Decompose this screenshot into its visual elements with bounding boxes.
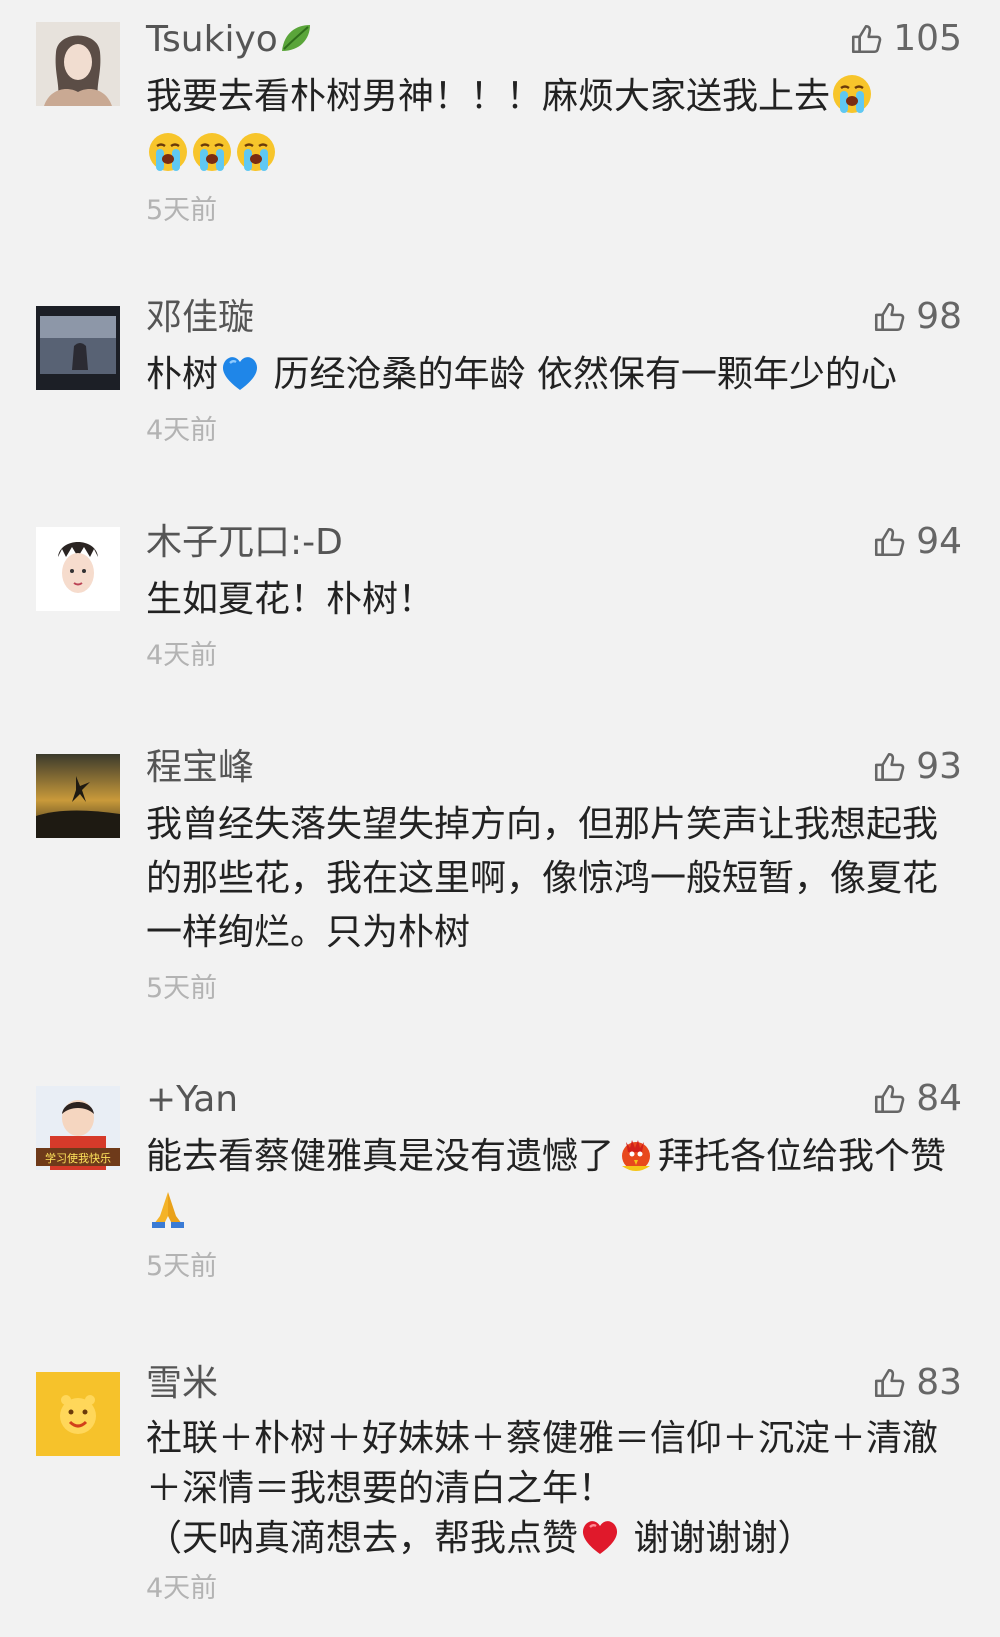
comment-text: 我要去看朴树男神！！！麻烦大家送我上去 xyxy=(146,70,962,182)
timestamp: 5天前 xyxy=(146,973,218,1004)
crying-face-emoji-icon xyxy=(190,130,234,174)
comment-text-part: 拜托各位给我个赞 xyxy=(658,1136,947,1177)
timestamp: 5天前 xyxy=(146,195,218,226)
thumbs-up-icon xyxy=(849,22,883,56)
like-count: 105 xyxy=(893,18,962,59)
avatar[interactable] xyxy=(36,306,120,390)
timestamp: 4天前 xyxy=(146,640,218,671)
like-button[interactable]: 84 xyxy=(872,1078,962,1119)
crying-face-emoji-icon xyxy=(830,72,874,116)
like-count: 83 xyxy=(916,1362,962,1403)
username[interactable]: +Yan xyxy=(146,1078,962,1122)
like-button[interactable]: 105 xyxy=(849,18,962,59)
comment-body: 雪米 社联＋朴树＋好妹妹＋蔡健雅＝信仰＋沉淀＋清澈＋深情＝我想要的清白之年！ （… xyxy=(146,1362,962,1605)
avatar[interactable] xyxy=(36,754,120,838)
comment-text-part: （天呐真滴想去，帮我点赞 xyxy=(146,1518,579,1559)
username-text[interactable]: Tsukiyo xyxy=(146,19,278,60)
like-button[interactable]: 98 xyxy=(872,296,962,337)
like-button[interactable]: 93 xyxy=(872,746,962,787)
avatar[interactable] xyxy=(36,1372,120,1456)
thumbs-up-icon xyxy=(872,300,906,334)
avatar[interactable]: 学习使我快乐 xyxy=(36,1086,120,1170)
like-count: 84 xyxy=(916,1078,962,1119)
avatar[interactable] xyxy=(36,22,120,106)
comment-text: 能去看蔡健雅真是没有遗憾了 拜托各位给我个赞 xyxy=(146,1130,962,1238)
leaf-emoji-icon xyxy=(278,21,314,57)
praying-hands-emoji-icon xyxy=(146,1186,190,1230)
red-heart-emoji-icon xyxy=(578,1514,622,1558)
like-count: 93 xyxy=(916,746,962,787)
comment-text-part: 谢谢谢谢） xyxy=(622,1518,814,1559)
blue-heart-emoji-icon xyxy=(218,350,262,394)
avatar[interactable] xyxy=(36,527,120,611)
comment-text-part: 我要去看朴树男神！！！麻烦大家送我上去 xyxy=(146,76,831,117)
comment-text: 朴树 历经沧桑的年龄 依然保有一颗年少的心 xyxy=(146,348,962,402)
comment-item: 木子兀口:-D 生如夏花！朴树！ 4天前 94 xyxy=(0,515,1000,725)
like-count: 98 xyxy=(916,296,962,337)
comment-text: 生如夏花！朴树！ xyxy=(146,579,435,620)
username[interactable]: 木子兀口:-D xyxy=(146,521,962,565)
comment-item: 邓佳璇 朴树 历经沧桑的年龄 依然保有一颗年少的心 4天前 98 xyxy=(0,290,1000,510)
username[interactable]: Tsukiyo xyxy=(146,18,962,62)
rooster-emoji-icon xyxy=(614,1132,658,1176)
comment-text: 社联＋朴树＋好妹妹＋蔡健雅＝信仰＋沉淀＋清澈＋深情＝我想要的清白之年！ （天呐真… xyxy=(146,1414,962,1564)
comment-item: 雪米 社联＋朴树＋好妹妹＋蔡健雅＝信仰＋沉淀＋清澈＋深情＝我想要的清白之年！ （… xyxy=(0,1358,1000,1637)
comment-body: 木子兀口:-D 生如夏花！朴树！ 4天前 xyxy=(146,521,962,672)
like-button[interactable]: 83 xyxy=(872,1362,962,1403)
comment-text-part: 能去看蔡健雅真是没有遗憾了 xyxy=(146,1136,615,1177)
like-button[interactable]: 94 xyxy=(872,521,962,562)
comment-content: 我要去看朴树男神！！！麻烦大家送我上去 5天前 xyxy=(146,70,962,227)
thumbs-up-icon xyxy=(872,1082,906,1116)
comment-text-part: 朴树 xyxy=(146,354,219,395)
crying-face-emoji-icon xyxy=(146,130,190,174)
thumbs-up-icon xyxy=(872,1366,906,1400)
comment-body: 邓佳璇 朴树 历经沧桑的年龄 依然保有一颗年少的心 4天前 xyxy=(146,296,962,447)
comment-text-part: 社联＋朴树＋好妹妹＋蔡健雅＝信仰＋沉淀＋清澈＋深情＝我想要的清白之年！ xyxy=(146,1418,939,1509)
like-count: 94 xyxy=(916,521,962,562)
comment-item: 程宝峰 我曾经失落失望失掉方向，但那片笑声让我想起我的那些花，我在这里啊，像惊鸿… xyxy=(0,740,1000,1030)
comment-body: Tsukiyo xyxy=(146,18,962,62)
thumbs-up-icon xyxy=(872,750,906,784)
thumbs-up-icon xyxy=(872,525,906,559)
username[interactable]: 邓佳璇 xyxy=(146,296,962,340)
comment-body: 程宝峰 我曾经失落失望失掉方向，但那片笑声让我想起我的那些花，我在这里啊，像惊鸿… xyxy=(146,746,962,1005)
crying-face-emoji-icon xyxy=(234,130,278,174)
comment-text-part: 历经沧桑的年龄 依然保有一颗年少的心 xyxy=(262,354,897,395)
avatar-caption: 学习使我快乐 xyxy=(45,1151,111,1165)
timestamp: 4天前 xyxy=(146,1573,218,1604)
username[interactable]: 程宝峰 xyxy=(146,746,962,790)
comment-text: 我曾经失落失望失掉方向，但那片笑声让我想起我的那些花，我在这里啊，像惊鸿一般短暂… xyxy=(146,804,939,953)
comment-item: 学习使我快乐 +Yan 能去看蔡健雅真是没有遗憾了 拜托各位给我个赞 5天前 84 xyxy=(0,1072,1000,1322)
comment-body: +Yan 能去看蔡健雅真是没有遗憾了 拜托各位给我个赞 5天前 xyxy=(146,1078,962,1283)
comment-item: Tsukiyo 105 我要去看朴树男神！！！麻烦大家送我上去 5天前 xyxy=(0,0,1000,280)
timestamp: 5天前 xyxy=(146,1251,218,1282)
username[interactable]: 雪米 xyxy=(146,1362,962,1406)
timestamp: 4天前 xyxy=(146,415,218,446)
